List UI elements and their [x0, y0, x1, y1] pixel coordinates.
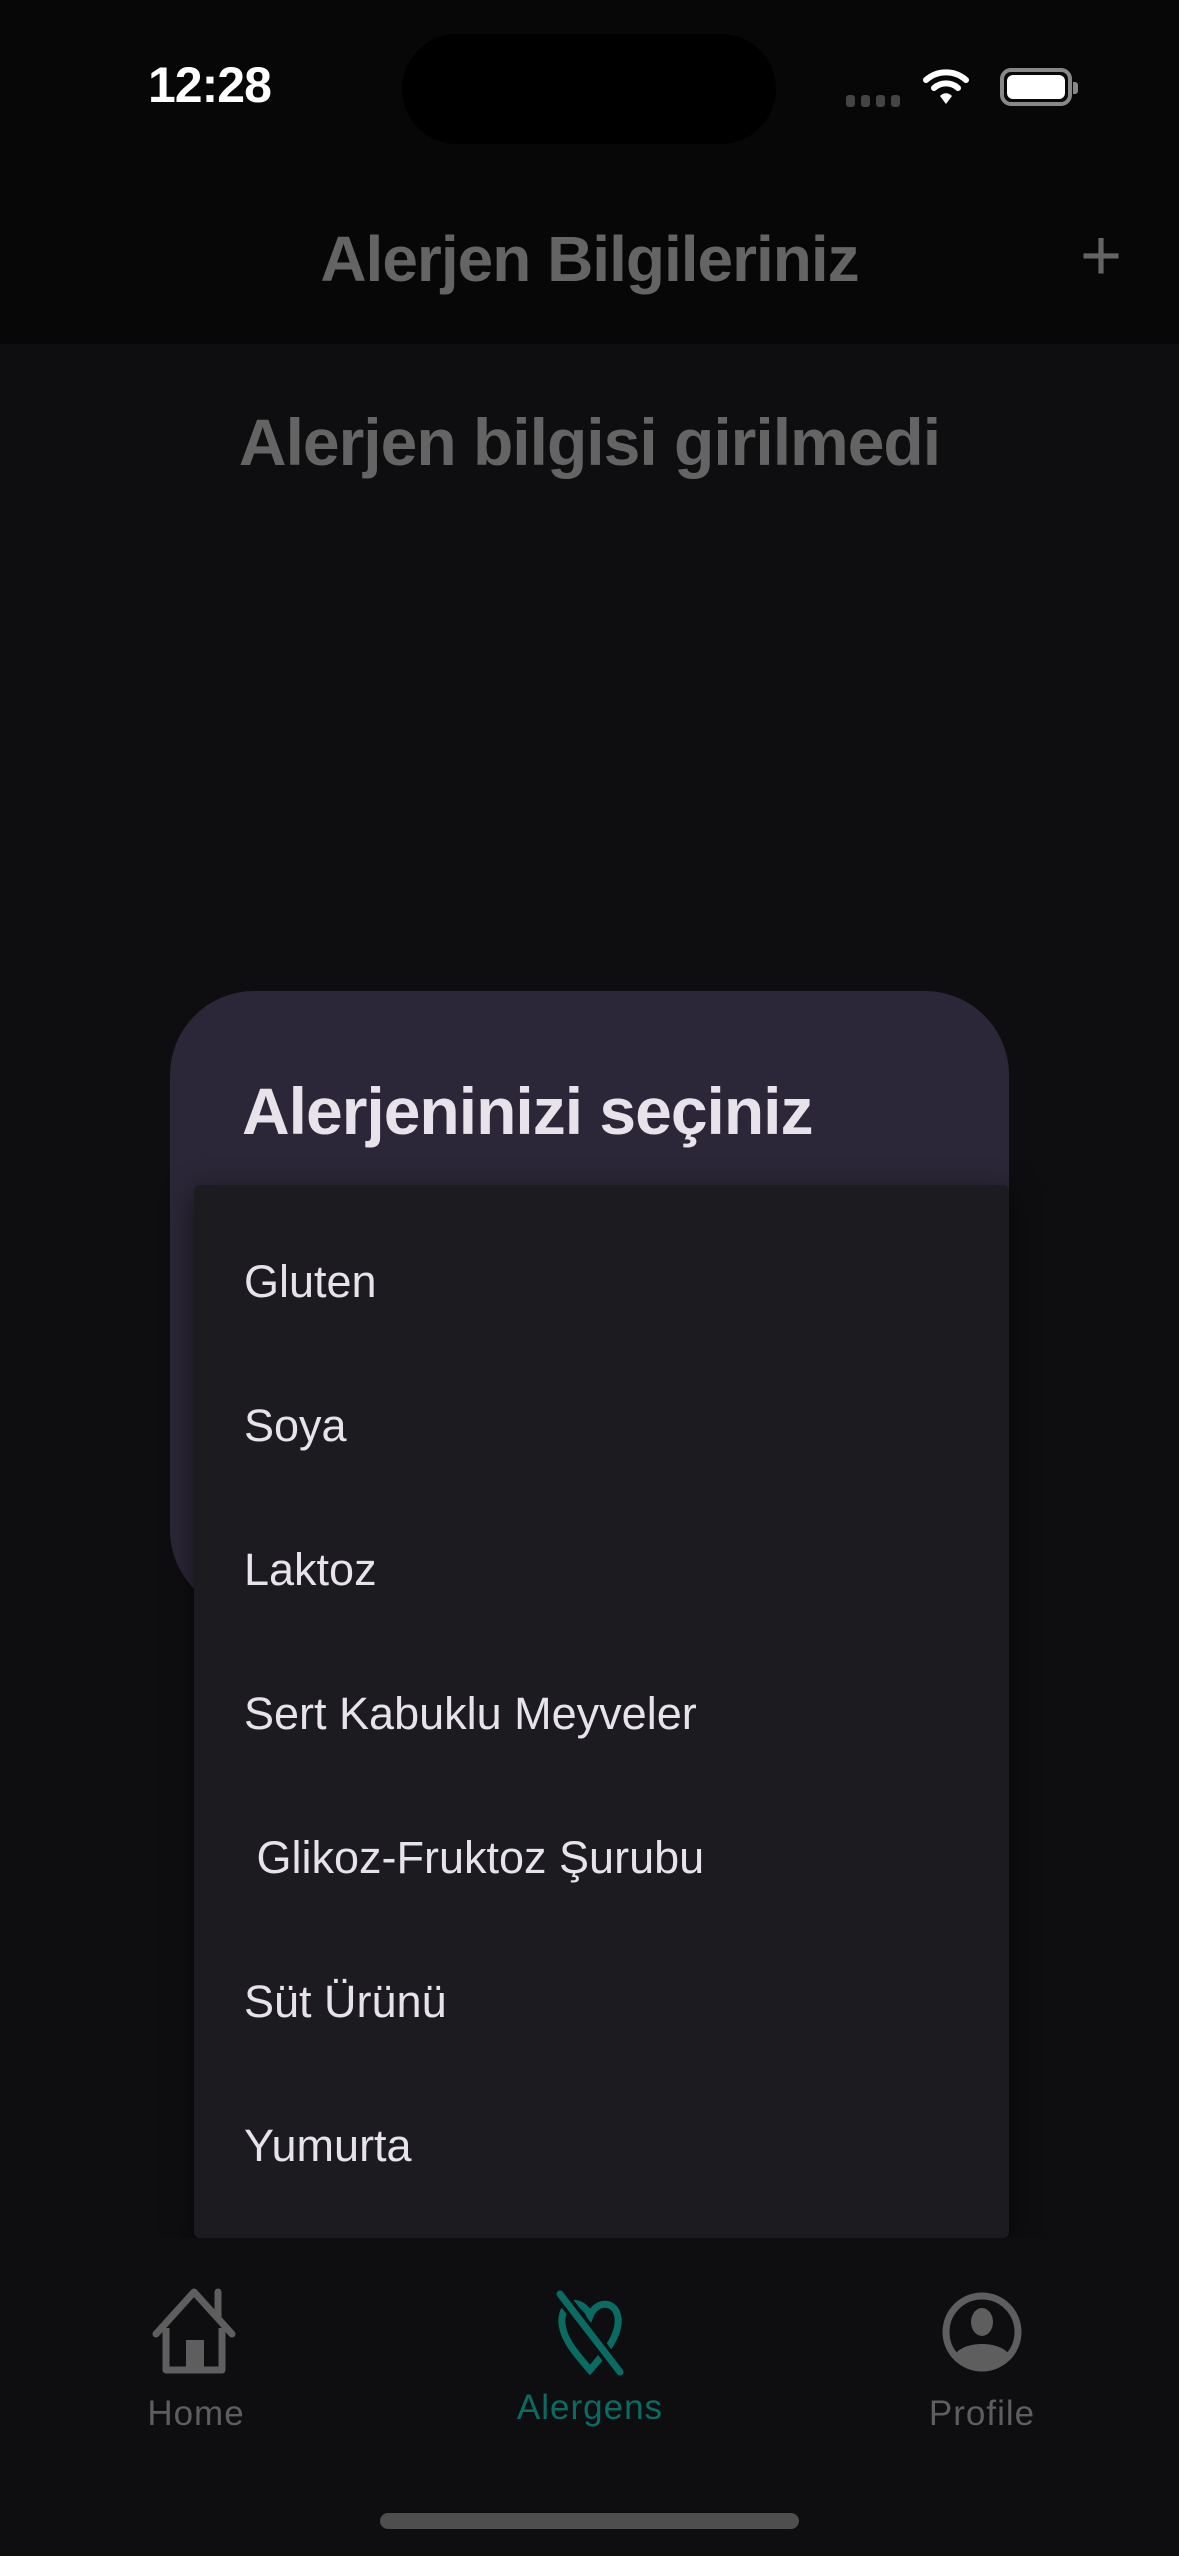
dynamic-island [402, 34, 776, 144]
empty-state-message: Alerjen bilgisi girilmedi [238, 405, 941, 479]
heart-slash-icon [554, 2289, 626, 2376]
tab-home[interactable]: Home [46, 2288, 346, 2434]
status-time: 12:28 [148, 57, 272, 113]
menu-item-sert-kabuklu-meyveler[interactable]: Sert Kabuklu Meyveler [194, 1642, 1009, 1786]
home-icon [152, 2288, 236, 2374]
wifi-icon [923, 69, 969, 104]
status-bar: 12:28 [0, 0, 1179, 150]
page-title: Alerjen Bilgileriniz [320, 223, 859, 295]
person-circle-icon [942, 2292, 1022, 2372]
home-indicator[interactable] [380, 2513, 799, 2529]
dialog-title: Alerjeninizi seçiniz [242, 1074, 814, 1148]
menu-item-gluten[interactable]: Gluten [194, 1210, 1009, 1354]
cellular-signal-icon [846, 95, 900, 107]
battery-icon [1000, 68, 1078, 106]
tab-alergens[interactable]: Alergens [440, 2288, 740, 2428]
menu-item-glikoz-fruktoz-surubu[interactable]: Glikoz-Fruktoz Şurubu [194, 1786, 1009, 1930]
plus-icon[interactable]: + [1080, 220, 1122, 292]
tab-bar: Home Alergens Profile [0, 2238, 1179, 2556]
allergen-dropdown-menu: Gluten Soya Laktoz Sert Kabuklu Meyveler… [194, 1185, 1009, 2238]
menu-item-laktoz[interactable]: Laktoz [194, 1498, 1009, 1642]
menu-item-sut-urunu[interactable]: Süt Ürünü [194, 1930, 1009, 2074]
tab-home-label: Home [147, 2394, 245, 2433]
tab-alergens-label: Alergens [516, 2388, 664, 2427]
app-header: Alerjen Bilgileriniz + [0, 150, 1179, 344]
tab-profile[interactable]: Profile [832, 2288, 1132, 2434]
menu-item-soya[interactable]: Soya [194, 1354, 1009, 1498]
tab-profile-label: Profile [928, 2394, 1036, 2433]
menu-item-yumurta[interactable]: Yumurta [194, 2074, 1009, 2218]
